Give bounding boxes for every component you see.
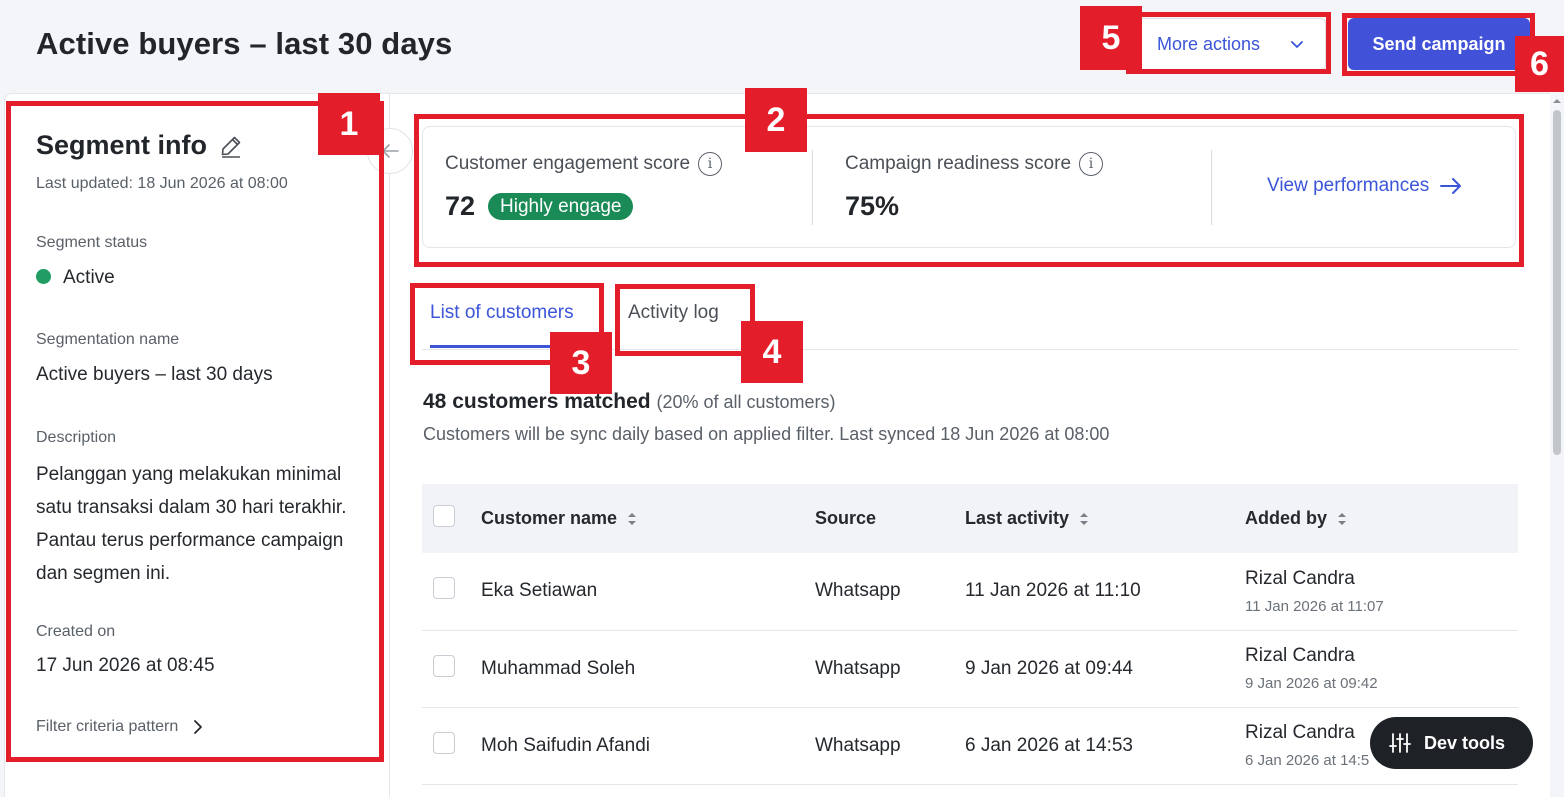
scroll-up-icon[interactable] — [1552, 96, 1562, 106]
readiness-label-text: Campaign readiness score — [845, 153, 1072, 174]
engagement-score-label: Customer engagement score i — [445, 152, 723, 176]
annotation-label-4: 4 — [741, 321, 803, 383]
divider — [1211, 150, 1212, 225]
chevron-right-icon — [194, 720, 203, 734]
description-value: Pelanggan yang melakukan minimal satu tr… — [36, 464, 347, 584]
table-row[interactable]: Muhammad Soleh Whatsapp 9 Jan 2026 at 09… — [422, 630, 1518, 708]
annotation-label-1: 1 — [318, 93, 380, 155]
engagement-label-text: Customer engagement score — [445, 153, 691, 174]
customers-matched: 48 customers matched (20% of all custome… — [423, 390, 836, 414]
column-header-last-activity[interactable]: Last activity — [965, 484, 1245, 553]
status-dot-icon — [36, 269, 51, 284]
info-icon[interactable]: i — [698, 152, 723, 176]
readiness-score-value: 75% — [845, 191, 900, 221]
added-by-cell: Rizal Candra 9 Jan 2026 at 09:42 — [1245, 630, 1518, 708]
created-on-value: 17 Jun 2026 at 08:45 — [36, 655, 215, 676]
engagement-badge: Highly engage — [488, 193, 634, 220]
matched-percent: (20% of all customers) — [656, 392, 836, 412]
dev-tools-button[interactable]: Dev tools — [1370, 717, 1533, 769]
last-activity-cell: 9 Jan 2026 at 09:44 — [965, 630, 1245, 708]
scrollbar-thumb[interactable] — [1553, 110, 1561, 455]
created-on-label: Created on — [36, 623, 116, 640]
dev-tools-label: Dev tools — [1424, 732, 1506, 753]
sort-icon[interactable] — [627, 511, 637, 527]
column-header-source: Source — [815, 484, 965, 553]
last-updated: Last updated: 18 Jun 2026 at 08:00 — [36, 175, 288, 192]
send-campaign-button[interactable]: Send campaign — [1348, 18, 1530, 70]
view-performances-link[interactable]: View performances — [1267, 175, 1463, 197]
source-cell: Whatsapp — [815, 707, 965, 785]
sync-note: Customers will be sync daily based on ap… — [423, 424, 1110, 444]
info-icon[interactable]: i — [1079, 152, 1104, 176]
select-all-checkbox[interactable] — [433, 505, 455, 527]
chevron-down-icon — [1291, 41, 1303, 48]
readiness-score-label: Campaign readiness score i — [845, 152, 1104, 176]
segment-status-label: Segment status — [36, 234, 148, 251]
row-checkbox[interactable] — [433, 654, 455, 677]
tab-activity-log[interactable]: Activity log — [628, 302, 719, 324]
annotation-label-3: 3 — [550, 332, 612, 394]
source-cell: Whatsapp — [815, 630, 965, 708]
tab-list-of-customers[interactable]: List of customers — [430, 302, 574, 324]
segment-status-value: Active — [36, 267, 115, 289]
table-header-row: Customer name Source Last activity Added… — [422, 484, 1518, 553]
row-checkbox[interactable] — [433, 731, 455, 754]
customer-name-cell: Moh Saifudin Afandi — [481, 707, 815, 785]
sliders-icon — [1389, 733, 1411, 753]
customers-table: Customer name Source Last activity Added… — [422, 484, 1518, 785]
segment-info-title: Segment info — [36, 130, 208, 160]
more-actions-label: More actions — [1157, 33, 1261, 54]
edit-pencil-icon[interactable] — [219, 134, 243, 158]
added-by-cell: Rizal Candra 11 Jan 2026 at 11:07 — [1245, 553, 1518, 631]
page-title: Active buyers – last 30 days — [36, 26, 453, 61]
column-header-customer-name[interactable]: Customer name — [481, 484, 815, 553]
engagement-score-value: 72 — [445, 191, 476, 221]
description-label: Description — [36, 429, 117, 446]
customer-name-cell: Eka Setiawan — [481, 553, 815, 631]
segment-info-heading: Segment info — [36, 130, 243, 161]
customer-name-cell: Muhammad Soleh — [481, 630, 815, 708]
matched-count: 48 customers matched — [423, 390, 651, 413]
column-header-added-by[interactable]: Added by — [1245, 484, 1518, 553]
sort-icon[interactable] — [1079, 511, 1089, 527]
arrow-right-icon — [1440, 178, 1462, 194]
segmentation-name-label: Segmentation name — [36, 331, 180, 348]
divider — [812, 150, 813, 225]
status-text: Active — [63, 267, 115, 288]
filter-criteria-link[interactable]: Filter criteria pattern — [36, 718, 204, 736]
annotation-label-5: 5 — [1080, 6, 1142, 70]
table-row[interactable]: Moh Saifudin Afandi Whatsapp 6 Jan 2026 … — [422, 707, 1518, 785]
more-actions-button[interactable]: More actions — [1132, 18, 1326, 70]
filter-criteria-label: Filter criteria pattern — [36, 718, 179, 735]
row-checkbox[interactable] — [433, 577, 455, 600]
annotation-label-6: 6 — [1515, 36, 1564, 92]
table-row[interactable]: Eka Setiawan Whatsapp 11 Jan 2026 at 11:… — [422, 553, 1518, 631]
segmentation-name-value: Active buyers – last 30 days — [36, 364, 273, 385]
source-cell: Whatsapp — [815, 553, 965, 631]
sort-icon[interactable] — [1337, 511, 1347, 527]
annotation-label-2: 2 — [745, 88, 807, 152]
last-activity-cell: 11 Jan 2026 at 11:10 — [965, 553, 1245, 631]
arrow-left-icon — [382, 144, 399, 158]
view-performances-label: View performances — [1267, 175, 1430, 196]
last-activity-cell: 6 Jan 2026 at 14:53 — [965, 707, 1245, 785]
